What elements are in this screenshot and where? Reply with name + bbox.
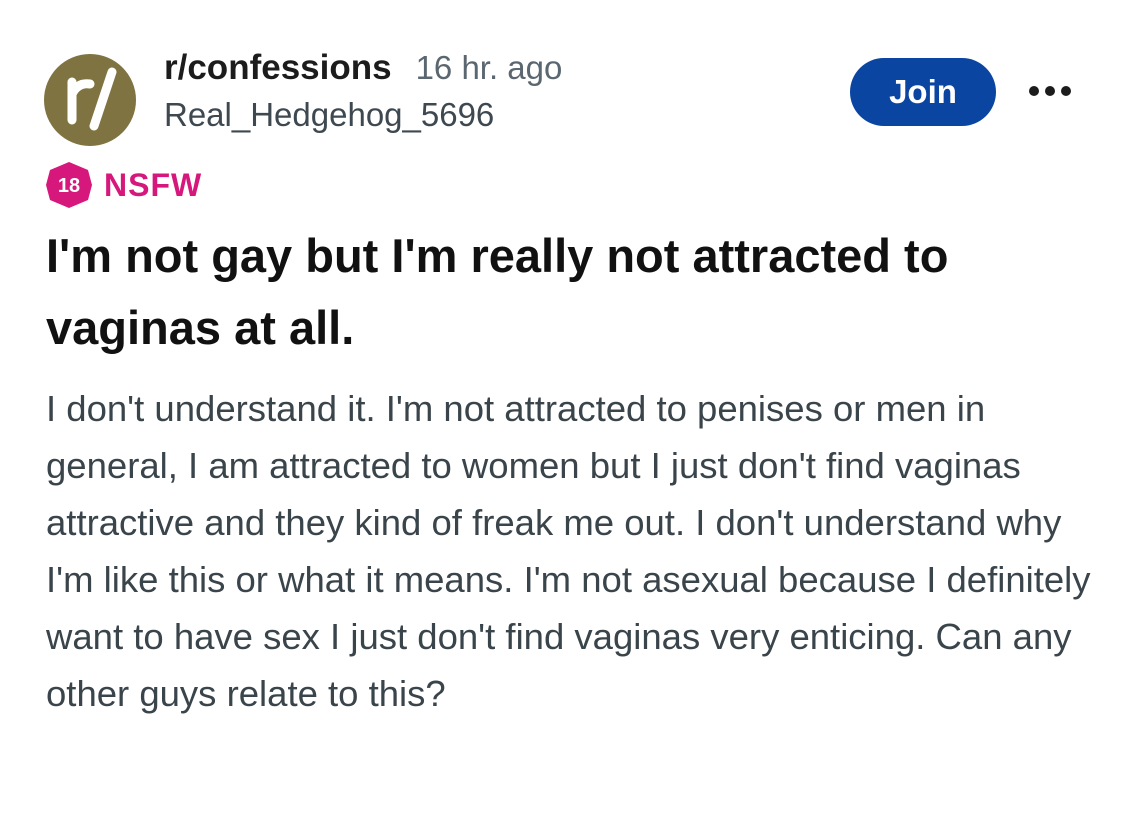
nsfw-label: NSFW xyxy=(104,166,203,203)
author-username[interactable]: Real_Hedgehog_5696 xyxy=(164,96,562,134)
post-body: I don't understand it. I'm not attracted… xyxy=(46,388,1091,714)
subreddit-name[interactable]: r/confessions xyxy=(164,48,392,88)
nsfw-tag: 18 NSFW xyxy=(44,160,202,210)
meta-line: r/confessions 16 hr. ago xyxy=(164,48,562,88)
post-time-ago: 16 hr. ago xyxy=(415,49,563,86)
post-title[interactable]: I'm not gay but I'm really not attracted… xyxy=(46,220,1086,364)
nsfw-badge-number: 18 xyxy=(58,175,80,197)
post-meta: r/confessions 16 hr. ago Real_Hedgehog_5… xyxy=(164,48,562,134)
more-options-icon[interactable] xyxy=(1020,76,1080,106)
nsfw-18-icon: 18 xyxy=(44,160,94,210)
post-header: r/confessions 16 hr. ago Real_Hedgehog_5… xyxy=(44,46,1084,146)
join-button[interactable]: Join xyxy=(850,58,996,126)
subreddit-avatar-icon[interactable] xyxy=(44,54,136,146)
subreddit-r-slash-icon xyxy=(67,67,117,131)
